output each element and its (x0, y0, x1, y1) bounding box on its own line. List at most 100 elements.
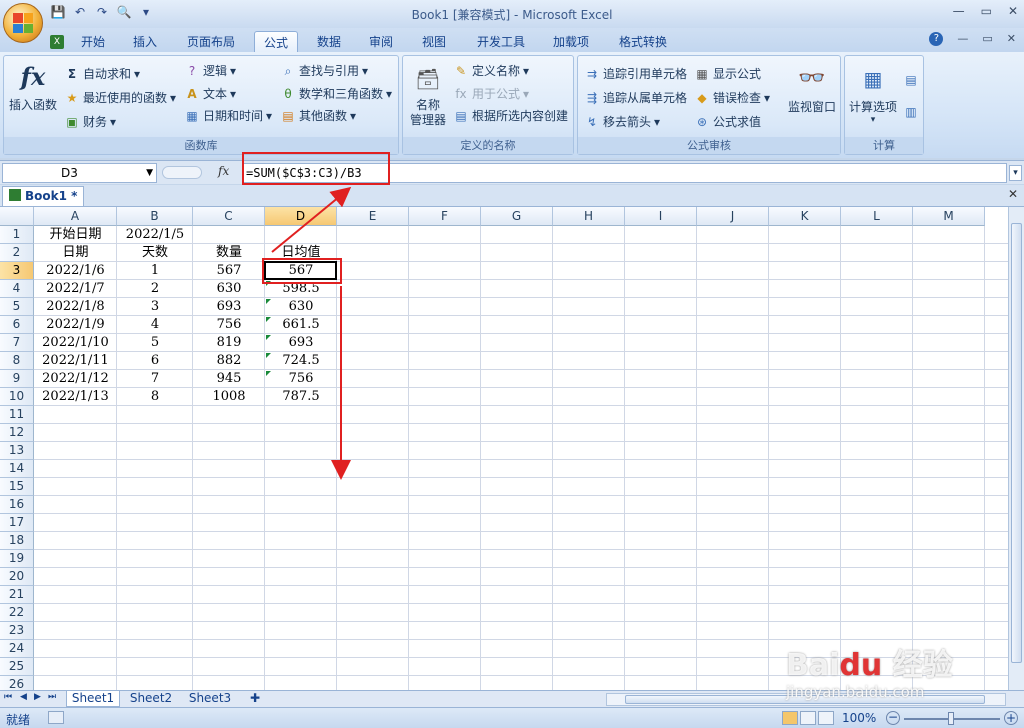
cell-b10[interactable]: 8 (117, 388, 193, 406)
row-header-24[interactable]: 24 (0, 640, 34, 658)
more-functions-button[interactable]: ▤ 其他函数 ▾ (280, 107, 356, 124)
maximize-button[interactable]: ▭ (981, 4, 992, 18)
row-header-16[interactable]: 16 (0, 496, 34, 514)
tab-insert[interactable]: 插入 (122, 31, 168, 52)
recent-functions-button[interactable]: ★ 最近使用的函数 ▾ (64, 89, 176, 106)
create-from-selection-button[interactable]: ▤ 根据所选内容创建 (453, 107, 568, 124)
page-layout-view-icon[interactable] (800, 711, 816, 725)
cell-a3[interactable]: 2022/1/6 (34, 262, 117, 280)
tab-formulas[interactable]: 公式 (254, 31, 298, 52)
cell-c8[interactable]: 882 (193, 352, 265, 370)
vertical-scrollbar[interactable] (1008, 207, 1024, 690)
tab-format-convert[interactable]: 格式转换 (608, 31, 678, 52)
cell-a2[interactable]: 日期 (34, 244, 117, 262)
tab-developer[interactable]: 开发工具 (466, 31, 536, 52)
page-break-view-icon[interactable] (818, 711, 834, 725)
trace-precedents-button[interactable]: ⇉ 追踪引用单元格 (584, 65, 687, 82)
row-header-6[interactable]: 6 (0, 316, 34, 334)
autosum-button[interactable]: Σ 自动求和 ▾ (64, 65, 140, 82)
error-indicator-icon[interactable] (266, 371, 271, 376)
cell-d8[interactable]: 724.5 (265, 352, 337, 370)
row-header-10[interactable]: 10 (0, 388, 34, 406)
error-indicator-icon[interactable] (266, 353, 271, 358)
row-header-11[interactable]: 11 (0, 406, 34, 424)
lookup-reference-button[interactable]: ⌕ 查找与引用 ▾ (280, 62, 368, 79)
cell-a4[interactable]: 2022/1/7 (34, 280, 117, 298)
row-header-17[interactable]: 17 (0, 514, 34, 532)
column-header-e[interactable]: E (337, 207, 409, 226)
workbook-tab[interactable]: Book1 * (2, 186, 85, 206)
column-header-m[interactable]: M (913, 207, 985, 226)
sheet-tab-sheet3[interactable]: Sheet3 (183, 691, 237, 707)
column-header-i[interactable]: I (625, 207, 697, 226)
row-header-26[interactable]: 26 (0, 676, 34, 690)
cell-c3[interactable]: 567 (193, 262, 265, 280)
cell-b2[interactable]: 天数 (117, 244, 193, 262)
row-header-25[interactable]: 25 (0, 658, 34, 676)
row-header-1[interactable]: 1 (0, 226, 34, 244)
sheet-nav-prev-icon[interactable]: ◀ (20, 692, 27, 702)
row-header-21[interactable]: 21 (0, 586, 34, 604)
cell-c5[interactable]: 693 (193, 298, 265, 316)
name-box-dropdown-icon[interactable]: ▼ (146, 164, 153, 182)
cell-d7[interactable]: 693 (265, 334, 337, 352)
insert-sheet-icon[interactable]: ✚ (244, 691, 266, 707)
cell-a8[interactable]: 2022/1/11 (34, 352, 117, 370)
cell-d6[interactable]: 661.5 (265, 316, 337, 334)
cell-b5[interactable]: 3 (117, 298, 193, 316)
cell-b4[interactable]: 2 (117, 280, 193, 298)
close-button[interactable]: ✕ (1008, 4, 1018, 18)
calc-sheet-icon[interactable]: ▥ (903, 104, 919, 120)
row-header-7[interactable]: 7 (0, 334, 34, 352)
normal-view-icon[interactable] (782, 711, 798, 725)
tab-view[interactable]: 视图 (411, 31, 457, 52)
column-header-j[interactable]: J (697, 207, 769, 226)
column-header-f[interactable]: F (409, 207, 481, 226)
row-header-20[interactable]: 20 (0, 568, 34, 586)
row-header-4[interactable]: 4 (0, 280, 34, 298)
row-header-14[interactable]: 14 (0, 460, 34, 478)
cell-b3[interactable]: 1 (117, 262, 193, 280)
office-button[interactable] (3, 3, 43, 43)
calc-now-icon[interactable]: ▤ (903, 72, 919, 88)
sheet-tab-sheet1[interactable]: Sheet1 (66, 691, 120, 707)
row-header-18[interactable]: 18 (0, 532, 34, 550)
vertical-scroll-thumb[interactable] (1011, 223, 1022, 663)
row-header-5[interactable]: 5 (0, 298, 34, 316)
ribbon-minimize-icon[interactable]: — (957, 32, 968, 46)
remove-arrows-button[interactable]: ↯ 移去箭头 ▾ (584, 113, 660, 130)
cell-d9[interactable]: 756 (265, 370, 337, 388)
ribbon-restore-icon[interactable]: ▭ (982, 32, 992, 46)
define-name-button[interactable]: ✎ 定义名称 ▾ (453, 62, 529, 79)
logical-button[interactable]: ? 逻辑 ▾ (184, 62, 236, 79)
workbook-close-icon[interactable]: ✕ (1008, 187, 1018, 201)
column-header-k[interactable]: K (769, 207, 841, 226)
error-checking-button[interactable]: ◆ 错误检查 ▾ (694, 89, 770, 106)
sheet-nav-next-icon[interactable]: ▶ (34, 692, 41, 702)
row-header-8[interactable]: 8 (0, 352, 34, 370)
tab-page-layout[interactable]: 页面布局 (176, 31, 246, 52)
column-header-c[interactable]: C (193, 207, 265, 226)
zoom-level[interactable]: 100% (842, 711, 876, 725)
cell-c7[interactable]: 819 (193, 334, 265, 352)
datetime-button[interactable]: ▦ 日期和时间 ▾ (184, 107, 272, 124)
cell-d5[interactable]: 630 (265, 298, 337, 316)
cell-a7[interactable]: 2022/1/10 (34, 334, 117, 352)
cell-c9[interactable]: 945 (193, 370, 265, 388)
insert-function-button[interactable]: fx 插入函数 (7, 60, 59, 113)
row-header-13[interactable]: 13 (0, 442, 34, 460)
cell-a10[interactable]: 2022/1/13 (34, 388, 117, 406)
cell-d10[interactable]: 787.5 (265, 388, 337, 406)
tab-home[interactable]: 开始 (70, 31, 116, 52)
math-trig-button[interactable]: θ 数学和三角函数 ▾ (280, 85, 392, 102)
row-header-19[interactable]: 19 (0, 550, 34, 568)
insert-function-fx-button[interactable]: fx (218, 164, 229, 178)
sheet-nav-last-icon[interactable]: ⏭ (48, 692, 56, 702)
financial-button[interactable]: ▣ 财务 ▾ (64, 113, 116, 130)
row-header-3[interactable]: 3 (0, 262, 34, 280)
cell-c6[interactable]: 756 (193, 316, 265, 334)
expand-formula-bar-icon[interactable]: ▾ (1009, 165, 1022, 181)
calc-options-button[interactable]: ▦ 计算选项 ▾ (847, 62, 899, 125)
tab-review[interactable]: 审阅 (358, 31, 404, 52)
cell-b1[interactable]: 2022/1/5 (117, 226, 193, 244)
